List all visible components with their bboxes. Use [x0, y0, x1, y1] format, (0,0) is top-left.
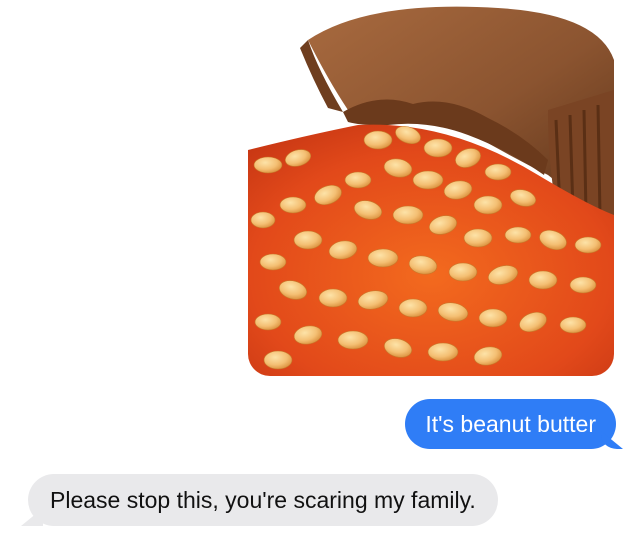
message-thread: It's beanut butter Please stop this, you… — [0, 0, 640, 537]
received-message-bubble[interactable]: Please stop this, you're scaring my fami… — [21, 474, 498, 526]
sent-bubble-tail — [601, 431, 623, 449]
photo-illustration — [248, 6, 614, 376]
received-bubble-tail — [21, 508, 43, 526]
received-message-text: Please stop this, you're scaring my fami… — [50, 487, 476, 513]
image-message[interactable] — [248, 0, 614, 376]
sent-message-text: It's beanut butter — [425, 411, 596, 437]
sent-message-bubble[interactable]: It's beanut butter — [405, 399, 623, 449]
beans-peanut-butter-cup-photo[interactable] — [248, 0, 614, 376]
